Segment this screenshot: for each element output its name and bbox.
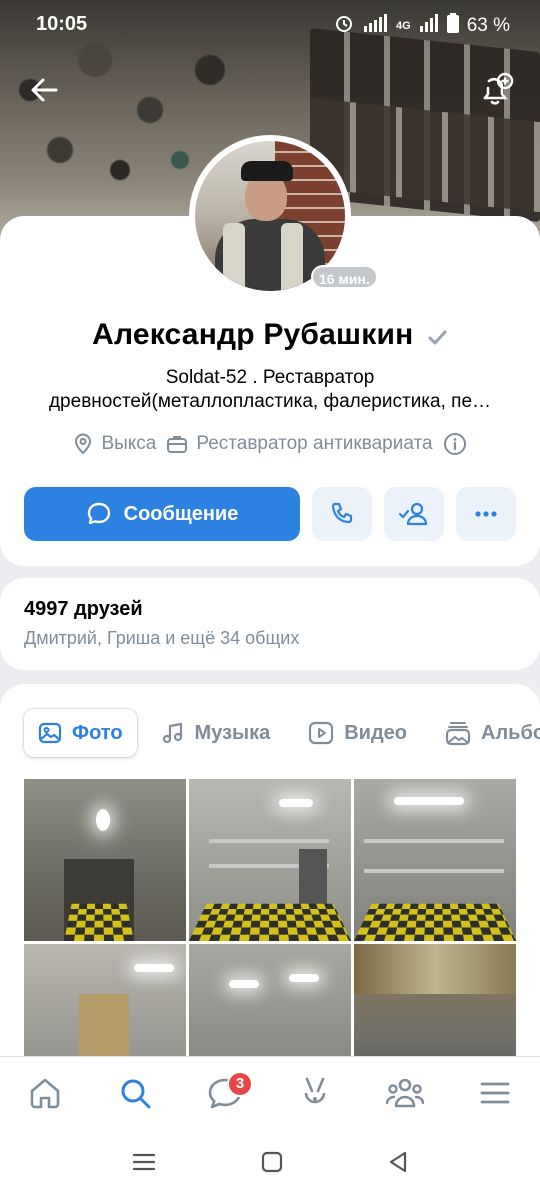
tab-video[interactable]: Видео xyxy=(308,709,421,757)
nav-menu[interactable] xyxy=(465,1063,525,1123)
nav-clips[interactable] xyxy=(285,1063,345,1123)
message-button-label: Сообщение xyxy=(123,502,239,525)
battery-icon xyxy=(446,13,459,39)
friends-card[interactable]: 4997 друзей Дмитрий, Гриша и ещё 34 общи… xyxy=(0,578,540,670)
clips-icon xyxy=(304,1077,326,1103)
cell-signal-icon xyxy=(419,14,439,38)
nav-messages[interactable]: 3 xyxy=(195,1063,255,1123)
bell-plus-icon xyxy=(483,72,514,105)
tab-photos-label: Фото xyxy=(72,721,123,744)
photo-thumbnail[interactable] xyxy=(189,779,351,941)
system-navigation-bar xyxy=(0,1128,540,1200)
chat-bubble-icon xyxy=(87,502,110,525)
nav-friends[interactable] xyxy=(375,1063,435,1123)
more-dots-icon xyxy=(475,511,497,517)
briefcase-icon xyxy=(167,436,188,453)
tab-photos[interactable]: Фото xyxy=(24,709,137,757)
profile-name-row: Александр Рубашкин xyxy=(0,318,540,353)
mutual-friends: Дмитрий, Гриша и ещё 34 общих xyxy=(24,628,300,648)
friends-count: 4997 друзей xyxy=(24,598,143,620)
tab-music[interactable]: Музыка xyxy=(161,709,285,757)
profile-city: Выкса xyxy=(101,433,157,454)
back-button[interactable] xyxy=(22,68,66,112)
nav-home[interactable] xyxy=(15,1063,75,1123)
wifi-signal-icon xyxy=(362,14,388,38)
arrow-left-icon xyxy=(31,78,58,102)
messages-badge: 3 xyxy=(227,1070,253,1097)
video-play-icon xyxy=(309,721,334,745)
battery-percent: 63 % xyxy=(466,15,510,36)
photo-thumbnail[interactable] xyxy=(24,779,186,941)
message-button[interactable]: Сообщение xyxy=(24,487,300,541)
profile-info-row[interactable]: Выкса Реставратор антиквариата xyxy=(0,432,540,456)
back-triangle-icon[interactable] xyxy=(387,1150,409,1179)
profile-occupation: Реставратор антиквариата xyxy=(196,433,433,454)
check-icon xyxy=(426,326,448,353)
status-bar: 10:05 4G 63 % xyxy=(0,0,540,48)
more-button[interactable] xyxy=(456,487,516,541)
call-button[interactable] xyxy=(312,487,372,541)
image-icon xyxy=(38,722,62,744)
subscribe-notifications-button[interactable] xyxy=(474,68,518,112)
bottom-navigation: 3 xyxy=(0,1056,540,1128)
friend-status-button[interactable] xyxy=(384,487,444,541)
tab-albums[interactable]: Альбомы xyxy=(445,709,540,757)
photo-thumbnail[interactable] xyxy=(354,779,516,941)
location-pin-icon xyxy=(75,433,92,455)
media-tabs: Фото Музыка Видео Альбомы xyxy=(24,709,540,757)
nav-search[interactable] xyxy=(105,1063,165,1123)
profile-actions: Сообщение xyxy=(24,487,516,541)
profile-screen: 10:05 4G 63 % 16 мин. Александр Рубашкин… xyxy=(0,0,540,1200)
last-seen-badge: 16 мин. xyxy=(311,265,378,289)
music-note-icon xyxy=(162,722,182,744)
phone-icon xyxy=(331,502,353,524)
recent-apps-icon[interactable] xyxy=(131,1151,157,1178)
album-icon xyxy=(445,722,471,746)
status-line-2: древностей(металлопластика, фалеристика,… xyxy=(48,391,492,412)
search-icon xyxy=(121,1079,151,1108)
network-type-label: 4G xyxy=(396,20,411,32)
profile-status: Soldat-52 . Реставратор древностей(метал… xyxy=(20,366,520,414)
menu-icon xyxy=(480,1082,510,1103)
tab-music-label: Музыка xyxy=(194,721,271,744)
friends-icon xyxy=(385,1078,425,1107)
home-icon xyxy=(30,1078,60,1108)
user-check-icon xyxy=(398,502,428,526)
media-card: Фото Музыка Видео Альбомы xyxy=(0,684,540,1084)
info-icon[interactable] xyxy=(443,432,467,456)
profile-name: Александр Рубашкин xyxy=(92,318,414,351)
home-button-icon[interactable] xyxy=(260,1150,284,1179)
tab-albums-label: Альбомы xyxy=(481,721,540,744)
status-line-1: Soldat-52 . Реставратор xyxy=(165,367,375,388)
tab-video-label: Видео xyxy=(344,721,408,744)
status-time: 10:05 xyxy=(36,13,88,35)
alarm-icon xyxy=(334,13,354,39)
